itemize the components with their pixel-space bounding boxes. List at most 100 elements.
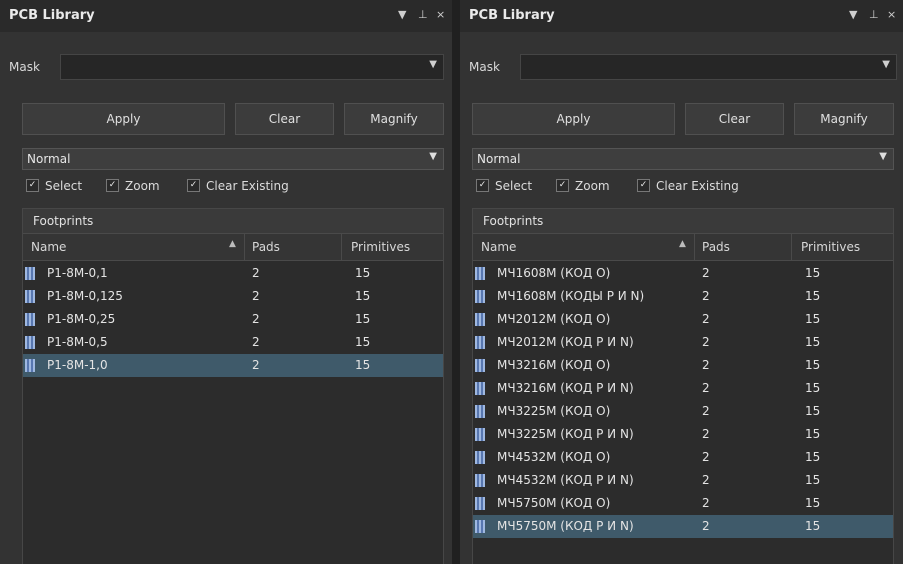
footprint-name-cell: P1-8M-1,0 xyxy=(47,358,108,372)
close-icon[interactable]: × xyxy=(887,8,896,21)
table-row[interactable]: МЧ1608М (КОД О) 2 15 xyxy=(473,262,893,285)
column-name[interactable]: Name xyxy=(31,240,66,254)
pads-cell: 2 xyxy=(702,312,710,326)
pads-cell: 2 xyxy=(702,289,710,303)
pads-cell: 2 xyxy=(702,335,710,349)
check-icon[interactable]: ✓ xyxy=(26,179,39,192)
table-row[interactable]: МЧ3225М (КОД О) 2 15 xyxy=(473,400,893,423)
primitives-cell: 15 xyxy=(355,358,371,372)
table-row[interactable]: МЧ5750М (КОД Р И N) 2 15 xyxy=(473,515,893,538)
pads-cell: 2 xyxy=(252,358,260,372)
primitives-cell: 15 xyxy=(805,519,821,533)
table-row[interactable]: МЧ3216М (КОД Р И N) 2 15 xyxy=(473,377,893,400)
footprint-name-cell: P1-8M-0,125 xyxy=(47,289,123,303)
check-icon[interactable]: ✓ xyxy=(637,179,650,192)
table-row[interactable]: P1-8M-1,0 2 15 xyxy=(23,354,443,377)
column-divider[interactable] xyxy=(791,234,792,260)
mode-select[interactable]: Normal ▼ xyxy=(472,148,894,170)
zoom-checkbox[interactable]: ✓ Zoom xyxy=(106,178,160,194)
select-checkbox[interactable]: ✓ Select xyxy=(476,178,532,194)
check-icon[interactable]: ✓ xyxy=(187,179,200,192)
pin-icon[interactable]: ⊥ xyxy=(869,8,879,21)
clear-existing-label: Clear Existing xyxy=(206,178,289,193)
table-row[interactable]: МЧ2012М (КОД Р И N) 2 15 xyxy=(473,331,893,354)
pin-icon[interactable]: ⊥ xyxy=(418,8,428,21)
section-title: Footprints xyxy=(483,214,544,228)
footprint-name-cell: МЧ4532М (КОД Р И N) xyxy=(497,473,634,487)
pads-cell: 2 xyxy=(702,519,710,533)
mode-value: Normal xyxy=(27,152,71,166)
check-icon[interactable]: ✓ xyxy=(476,179,489,192)
column-name[interactable]: Name xyxy=(481,240,516,254)
table-row[interactable]: МЧ2012М (КОД О) 2 15 xyxy=(473,308,893,331)
zoom-label: Zoom xyxy=(575,178,610,193)
table-row[interactable]: МЧ1608М (КОДЫ Р И N) 2 15 xyxy=(473,285,893,308)
footprint-name-cell: МЧ3216М (КОД О) xyxy=(497,358,611,372)
primitives-cell: 15 xyxy=(805,450,821,464)
chevron-down-icon[interactable]: ▼ xyxy=(882,59,890,70)
table-row[interactable]: P1-8M-0,25 2 15 xyxy=(23,308,443,331)
column-primitives[interactable]: Primitives xyxy=(351,240,410,254)
footprint-icon xyxy=(475,497,485,510)
column-primitives[interactable]: Primitives xyxy=(801,240,860,254)
pcb-library-panel-left: PCB Library ▼ ⊥ × Mask ▼ Apply Clear Mag… xyxy=(0,0,452,564)
table-row[interactable]: МЧ4532М (КОД Р И N) 2 15 xyxy=(473,469,893,492)
column-divider[interactable] xyxy=(341,234,342,260)
pads-cell: 2 xyxy=(702,358,710,372)
table-header: Name ▲ Pads Primitives xyxy=(473,234,893,261)
close-icon[interactable]: × xyxy=(436,8,445,21)
clear-existing-checkbox[interactable]: ✓ Clear Existing xyxy=(637,178,739,194)
clear-button[interactable]: Clear xyxy=(685,103,784,135)
footprint-name-cell: МЧ2012М (КОД Р И N) xyxy=(497,335,634,349)
select-checkbox[interactable]: ✓ Select xyxy=(26,178,82,194)
footprint-name-cell: МЧ2012М (КОД О) xyxy=(497,312,611,326)
magnify-button[interactable]: Magnify xyxy=(794,103,894,135)
panel-title: PCB Library xyxy=(9,8,95,23)
table-row[interactable]: P1-8M-0,5 2 15 xyxy=(23,331,443,354)
footprint-icon xyxy=(475,382,485,395)
primitives-cell: 15 xyxy=(355,312,371,326)
primitives-cell: 15 xyxy=(805,358,821,372)
apply-button[interactable]: Apply xyxy=(22,103,225,135)
table-row[interactable]: P1-8M-0,125 2 15 xyxy=(23,285,443,308)
footprint-icon xyxy=(475,474,485,487)
footprint-name-cell: P1-8M-0,5 xyxy=(47,335,108,349)
table-row[interactable]: P1-8M-0,1 2 15 xyxy=(23,262,443,285)
column-pads[interactable]: Pads xyxy=(252,240,280,254)
column-divider[interactable] xyxy=(244,234,245,260)
chevron-down-icon[interactable]: ▼ xyxy=(429,59,437,70)
primitives-cell: 15 xyxy=(805,427,821,441)
table-row[interactable]: МЧ3216М (КОД О) 2 15 xyxy=(473,354,893,377)
panel-title-bar: PCB Library ▼ ⊥ × xyxy=(460,0,903,32)
clear-button[interactable]: Clear xyxy=(235,103,334,135)
table-row[interactable]: МЧ4532М (КОД О) 2 15 xyxy=(473,446,893,469)
clear-existing-checkbox[interactable]: ✓ Clear Existing xyxy=(187,178,289,194)
apply-button[interactable]: Apply xyxy=(472,103,675,135)
mask-input[interactable]: ▼ xyxy=(60,54,444,80)
mask-input[interactable]: ▼ xyxy=(520,54,897,80)
footprint-icon xyxy=(475,267,485,280)
column-divider[interactable] xyxy=(694,234,695,260)
footprint-name-cell: P1-8M-0,25 xyxy=(47,312,116,326)
check-icon[interactable]: ✓ xyxy=(556,179,569,192)
primitives-cell: 15 xyxy=(355,335,371,349)
table-row[interactable]: МЧ3225М (КОД Р И N) 2 15 xyxy=(473,423,893,446)
chevron-down-icon[interactable]: ▼ xyxy=(429,151,437,162)
zoom-checkbox[interactable]: ✓ Zoom xyxy=(556,178,610,194)
magnify-button[interactable]: Magnify xyxy=(344,103,444,135)
footprint-icon xyxy=(475,313,485,326)
mode-select[interactable]: Normal ▼ xyxy=(22,148,444,170)
footprint-icon xyxy=(475,451,485,464)
sort-up-icon[interactable]: ▲ xyxy=(679,239,686,249)
table-row[interactable]: МЧ5750М (КОД О) 2 15 xyxy=(473,492,893,515)
menu-dropdown-icon[interactable]: ▼ xyxy=(398,8,406,21)
chevron-down-icon[interactable]: ▼ xyxy=(879,151,887,162)
menu-dropdown-icon[interactable]: ▼ xyxy=(849,8,857,21)
sort-up-icon[interactable]: ▲ xyxy=(229,239,236,249)
primitives-cell: 15 xyxy=(355,266,371,280)
column-pads[interactable]: Pads xyxy=(702,240,730,254)
footprint-name-cell: МЧ3225М (КОД Р И N) xyxy=(497,427,634,441)
footprint-icon xyxy=(475,336,485,349)
check-icon[interactable]: ✓ xyxy=(106,179,119,192)
pcb-library-panel-right: PCB Library ▼ ⊥ × Mask ▼ Apply Clear Mag… xyxy=(460,0,903,564)
